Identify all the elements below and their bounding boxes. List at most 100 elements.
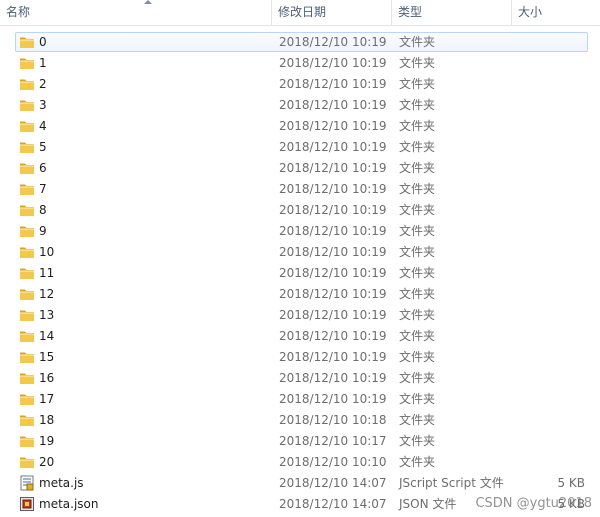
watermark: CSDN @ygtu2018: [475, 496, 592, 511]
file-row[interactable]: 14 2018/12/10 10:19 文件夹: [15, 326, 588, 346]
column-header-bar: 名称 修改日期 类型 大小: [0, 0, 600, 26]
file-row[interactable]: 2 2018/12/10 10:19 文件夹: [15, 74, 588, 94]
folder-icon: [19, 328, 35, 344]
file-type: 文件夹: [399, 392, 436, 406]
column-header-size[interactable]: 大小: [512, 0, 600, 25]
file-modified-date: 2018/12/10 10:19: [279, 182, 387, 196]
file-row[interactable]: 3 2018/12/10 10:19 文件夹: [15, 95, 588, 115]
file-type: 文件夹: [399, 98, 436, 112]
file-type: 文件夹: [399, 161, 436, 175]
file-row[interactable]: 4 2018/12/10 10:19 文件夹: [15, 116, 588, 136]
file-name: 16: [39, 371, 55, 385]
file-name: 15: [39, 350, 55, 364]
file-modified-date: 2018/12/10 10:19: [279, 203, 387, 217]
folder-icon: [19, 97, 35, 113]
file-row[interactable]: 5 2018/12/10 10:19 文件夹: [15, 137, 588, 157]
file-modified-date: 2018/12/10 10:19: [279, 98, 387, 112]
column-header-date[interactable]: 修改日期: [272, 0, 392, 25]
json-file-icon: [19, 496, 35, 512]
file-type: 文件夹: [399, 371, 436, 385]
file-type: 文件夹: [399, 224, 436, 238]
file-modified-date: 2018/12/10 10:19: [279, 266, 387, 280]
folder-icon: [19, 76, 35, 92]
folder-icon: [19, 349, 35, 365]
column-header-name[interactable]: 名称: [0, 0, 272, 25]
file-name: 17: [39, 392, 55, 406]
folder-icon: [19, 202, 35, 218]
file-modified-date: 2018/12/10 10:19: [279, 224, 387, 238]
file-modified-date: 2018/12/10 10:19: [279, 245, 387, 259]
file-row[interactable]: 20 2018/12/10 10:10 文件夹: [15, 452, 588, 472]
folder-icon: [19, 370, 35, 386]
file-name: 9: [39, 224, 47, 238]
file-modified-date: 2018/12/10 10:19: [279, 56, 387, 70]
folder-icon: [19, 118, 35, 134]
folder-icon: [19, 286, 35, 302]
file-modified-date: 2018/12/10 10:19: [279, 161, 387, 175]
file-name: 12: [39, 287, 55, 301]
file-type: 文件夹: [399, 329, 436, 343]
file-name: 13: [39, 308, 55, 322]
file-modified-date: 2018/12/10 10:19: [279, 77, 387, 91]
file-name: 4: [39, 119, 47, 133]
file-name: 2: [39, 77, 47, 91]
file-type: 文件夹: [399, 266, 436, 280]
file-row[interactable]: 17 2018/12/10 10:19 文件夹: [15, 389, 588, 409]
folder-icon: [19, 265, 35, 281]
file-type: 文件夹: [399, 245, 436, 259]
folder-icon: [19, 307, 35, 323]
file-type: 文件夹: [399, 434, 436, 448]
file-row[interactable]: 10 2018/12/10 10:19 文件夹: [15, 242, 588, 262]
file-name: 19: [39, 434, 55, 448]
file-name: 20: [39, 455, 55, 469]
file-row[interactable]: 11 2018/12/10 10:19 文件夹: [15, 263, 588, 283]
folder-icon: [19, 433, 35, 449]
file-type: 文件夹: [399, 182, 436, 196]
file-type: 文件夹: [399, 413, 436, 427]
file-name: 1: [39, 56, 47, 70]
file-name: 3: [39, 98, 47, 112]
file-row[interactable]: 1 2018/12/10 10:19 文件夹: [15, 53, 588, 73]
file-name: 5: [39, 140, 47, 154]
file-type: 文件夹: [399, 35, 436, 49]
file-row[interactable]: 12 2018/12/10 10:19 文件夹: [15, 284, 588, 304]
file-modified-date: 2018/12/10 10:19: [279, 392, 387, 406]
file-name: 0: [39, 35, 47, 49]
file-size: 5 KB: [557, 476, 585, 490]
file-type: 文件夹: [399, 119, 436, 133]
file-row[interactable]: 16 2018/12/10 10:19 文件夹: [15, 368, 588, 388]
file-modified-date: 2018/12/10 10:19: [279, 329, 387, 343]
file-type: 文件夹: [399, 203, 436, 217]
file-type: JScript Script 文件: [399, 476, 504, 490]
folder-icon: [19, 244, 35, 260]
file-name: 7: [39, 182, 47, 196]
file-name: meta.js: [39, 476, 84, 490]
file-name: 18: [39, 413, 55, 427]
file-type: 文件夹: [399, 56, 436, 70]
file-type: 文件夹: [399, 287, 436, 301]
file-row[interactable]: 13 2018/12/10 10:19 文件夹: [15, 305, 588, 325]
file-name: 10: [39, 245, 55, 259]
file-type: 文件夹: [399, 308, 436, 322]
file-modified-date: 2018/12/10 10:17: [279, 434, 387, 448]
column-header-type[interactable]: 类型: [392, 0, 512, 25]
file-modified-date: 2018/12/10 10:19: [279, 35, 387, 49]
jscript-file-icon: [19, 475, 35, 491]
file-row[interactable]: 7 2018/12/10 10:19 文件夹: [15, 179, 588, 199]
file-row[interactable]: meta.js 2018/12/10 14:07 JScript Script 文件…: [15, 473, 588, 493]
file-row[interactable]: 0 2018/12/10 10:19 文件夹: [15, 32, 588, 52]
file-name: meta.json: [39, 497, 99, 511]
folder-icon: [19, 454, 35, 470]
file-row[interactable]: 15 2018/12/10 10:19 文件夹: [15, 347, 588, 367]
file-row[interactable]: 9 2018/12/10 10:19 文件夹: [15, 221, 588, 241]
file-row[interactable]: 8 2018/12/10 10:19 文件夹: [15, 200, 588, 220]
file-modified-date: 2018/12/10 10:19: [279, 287, 387, 301]
file-modified-date: 2018/12/10 10:19: [279, 371, 387, 385]
folder-icon: [19, 181, 35, 197]
file-row[interactable]: 19 2018/12/10 10:17 文件夹: [15, 431, 588, 451]
file-row[interactable]: 18 2018/12/10 10:18 文件夹: [15, 410, 588, 430]
folder-icon: [19, 139, 35, 155]
file-type: 文件夹: [399, 77, 436, 91]
file-row[interactable]: 6 2018/12/10 10:19 文件夹: [15, 158, 588, 178]
file-explorer: 名称 修改日期 类型 大小 0 2018/12/10 10:19 文件夹 1 2018/…: [0, 0, 600, 517]
